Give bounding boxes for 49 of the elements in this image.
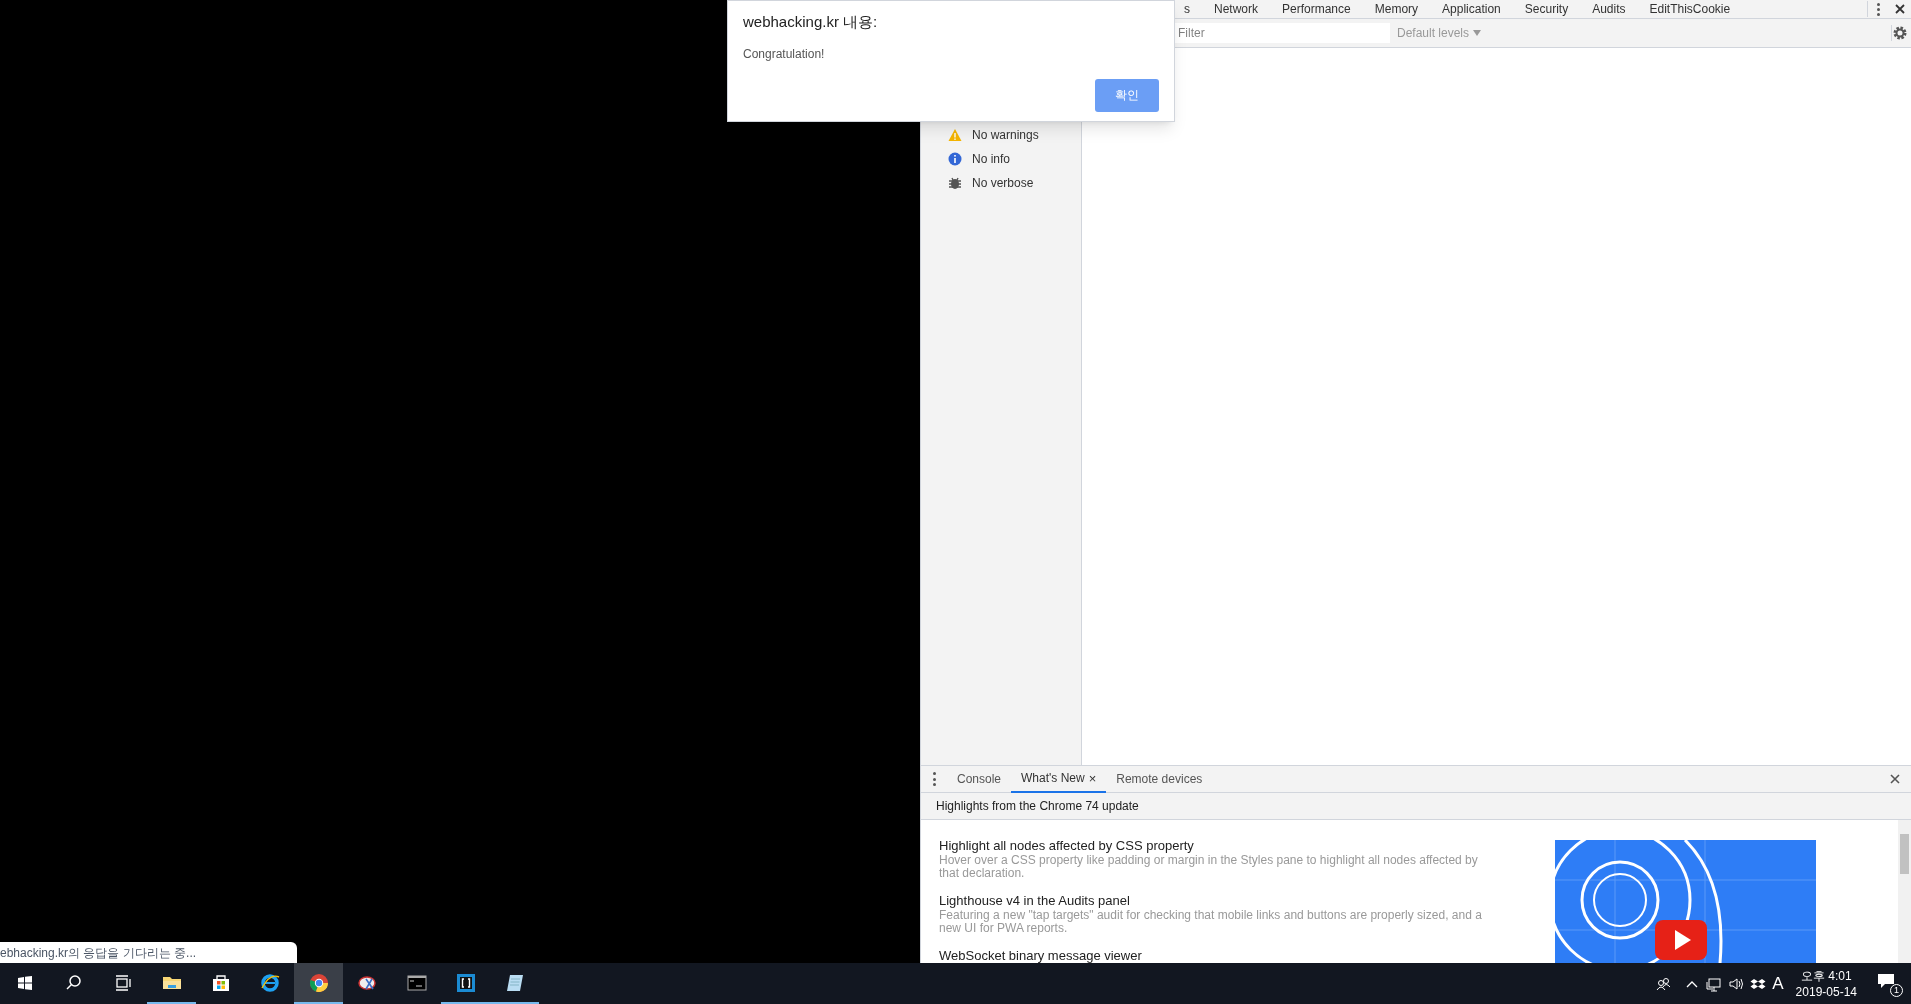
- brackets-icon: [455, 972, 476, 993]
- taskbar-app[interactable]: [294, 963, 343, 1004]
- chrome-icon: [308, 972, 329, 993]
- drawer-tab[interactable]: Console: [947, 765, 1012, 793]
- message-icon: [1877, 972, 1895, 989]
- warning-icon: [948, 128, 962, 142]
- close-icon[interactable]: [1889, 773, 1901, 785]
- more-icon[interactable]: [933, 772, 937, 786]
- status-tooltip: ebhacking.kr의 응답을 기다리는 중...: [0, 942, 297, 963]
- feature-title[interactable]: Lighthouse v4 in the Audits panel: [939, 892, 1501, 909]
- panel-tab[interactable]: Memory: [1362, 0, 1431, 19]
- feature-description: Hover over a CSS property like padding or margin in the Styles pane to highlight all nodes affected by that declaration.: [939, 854, 1479, 880]
- panel-tab[interactable]: s: [1172, 0, 1202, 19]
- clock-date[interactable]: 2019-05-14: [1795, 983, 1857, 1000]
- tab-close-button[interactable]: ×: [1088, 771, 1097, 785]
- feature-title[interactable]: Highlight all nodes affected by CSS property: [939, 837, 1501, 854]
- volume-icon[interactable]: [1728, 975, 1745, 992]
- caret-icon: [1473, 30, 1482, 36]
- more-icon[interactable]: [1867, 1, 1881, 17]
- input-method-indicator[interactable]: A: [1772, 970, 1784, 997]
- drawer-tab[interactable]: Remote devices: [1106, 765, 1213, 793]
- panel-tab[interactable]: Security: [1512, 0, 1581, 19]
- panel-tab[interactable]: Audits: [1580, 0, 1638, 19]
- panel-tab[interactable]: Application: [1430, 0, 1513, 19]
- filter-item[interactable]: No warnings: [972, 126, 1039, 144]
- panel-tab[interactable]: Performance: [1270, 0, 1363, 19]
- bag-icon: [210, 972, 231, 993]
- dialog-message: Congratulation!: [743, 45, 826, 63]
- feature-description: Featuring a new "tap targets" audit for checking that mobile links and buttons are properly sized, and a new UI for PWA reports.: [939, 909, 1483, 935]
- filter-item[interactable]: No info: [972, 150, 1011, 168]
- scrollbar[interactable]: [1898, 820, 1911, 963]
- info-icon: [948, 152, 962, 166]
- browser-e-icon: [259, 972, 280, 993]
- close-icon[interactable]: [1893, 2, 1907, 16]
- settings-icon[interactable]: [1891, 25, 1907, 41]
- clock-time[interactable]: 오후 4:01: [1800, 967, 1852, 984]
- filter-item[interactable]: No verbose: [972, 174, 1034, 192]
- notification-count: 1: [1890, 983, 1903, 997]
- notepad-icon: [504, 972, 525, 993]
- dialog-title: webhacking.kr 내용:: [743, 12, 879, 32]
- network-icon[interactable]: [1706, 975, 1723, 992]
- terminal-icon: [406, 972, 427, 993]
- bug-icon: [948, 176, 962, 190]
- filter-field[interactable]: Filter: [1174, 23, 1390, 43]
- panel-tab[interactable]: EditThisCookie: [1637, 0, 1743, 19]
- drawer-header: Highlights from the Chrome 74 update: [936, 798, 1139, 815]
- people-icon[interactable]: [1655, 975, 1672, 992]
- panel-tab[interactable]: Network: [1202, 0, 1270, 19]
- feature-title[interactable]: WebSocket binary message viewer: [939, 947, 1501, 963]
